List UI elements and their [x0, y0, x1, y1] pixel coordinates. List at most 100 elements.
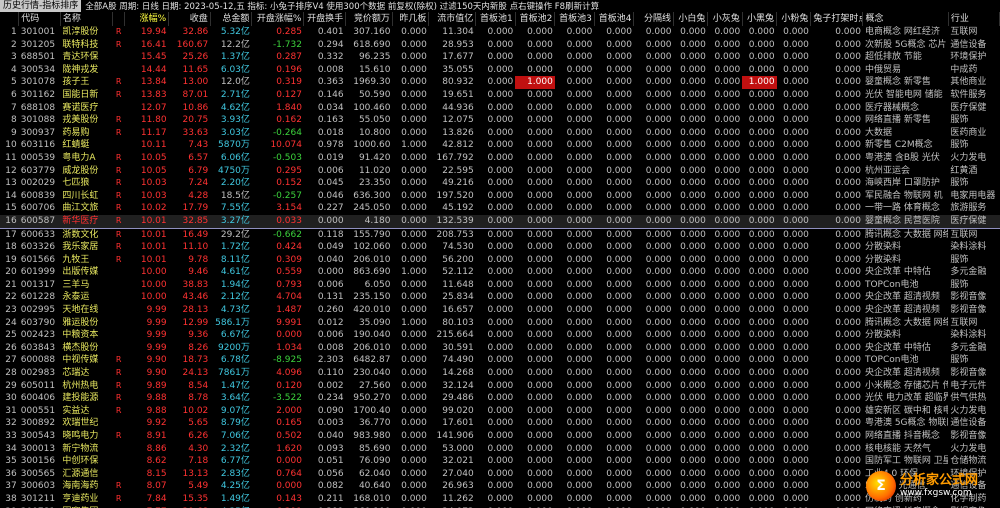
rabbit-fight: 0.000: [835, 267, 861, 278]
column-header-4[interactable]: 涨幅%: [124, 12, 170, 26]
table-row[interactable]: 23 002995 天地在线 9.99 28.13 4.73亿 1.487 0.260 420.…: [0, 304, 1000, 317]
rabbit-fight: 0.000: [835, 140, 861, 151]
change-pct: 8.15: [146, 468, 167, 479]
first-board-p1: 0.000: [487, 481, 514, 492]
column-header-13[interactable]: 首板池2: [515, 12, 556, 26]
first-board-p3: 0.000: [566, 468, 593, 479]
table-row[interactable]: 16 600587 新华医疗 R 10.01 32.85 3.27亿 0.033 0.000 4.…: [0, 214, 1000, 229]
column-header-5[interactable]: 收盘: [168, 12, 211, 26]
stock-name: 横杰股份: [62, 342, 99, 353]
change-pct: 9.90: [146, 355, 167, 366]
table-row[interactable]: 11 000539 粤电力A R 10.05 6.57 6.06亿 -0.503 0.019 91…: [0, 152, 1000, 165]
table-row[interactable]: 25 002423 中粮资本 9.99 9.36 6.67亿 0.000 0.006 190.0…: [0, 329, 1000, 342]
table-row[interactable]: 34 300013 新宁物流 8.86 4.30 2.32亿 1.620 0.093 85.69…: [0, 443, 1000, 456]
column-header-23[interactable]: 行业: [948, 12, 1000, 26]
column-header-17[interactable]: 小白兔: [673, 12, 709, 26]
auction-amount: 420.010: [353, 305, 391, 316]
column-header-6[interactable]: 总金额: [210, 12, 253, 26]
prev-boards: 0.000: [401, 178, 427, 189]
table-row[interactable]: 13 002029 七匹狼 R 10.03 7.24 2.20亿 0.152 0.045 23.3…: [0, 177, 1000, 190]
column-header-15[interactable]: 首板池4: [594, 12, 635, 26]
rabbit-b2: 0.000: [714, 481, 741, 492]
float-cap: 208.753: [436, 229, 474, 240]
float-cap: 28.953: [442, 39, 474, 50]
table-row[interactable]: 12 603779 威龙股份 R 10.05 6.79 4750万 0.295 0.006 11.…: [0, 165, 1000, 178]
column-header-10[interactable]: 昨几板: [392, 12, 430, 26]
first-board-p2: 0.000: [527, 431, 553, 441]
column-header-20[interactable]: 小粉兔: [776, 12, 812, 26]
rabbit-b1: 0.000: [680, 330, 706, 341]
first-board-p1: 0.000: [487, 330, 514, 341]
float-cap: 141.906: [436, 431, 474, 441]
table-row[interactable]: 30 600406 建投能源 R 9.88 8.78 3.64亿 -3.522 0.234 950…: [0, 392, 1000, 405]
table-row[interactable]: 7 688108 赛诺医疗 12.07 10.86 4.62亿 1.840 0.034 100.…: [0, 102, 1000, 115]
row-index: 22: [5, 292, 17, 303]
table-row[interactable]: 18 603326 我乐家居 R 10.01 11.10 1.72亿 0.424 0.049 10…: [0, 241, 1000, 254]
table-row[interactable]: 1 301001 凯淳股份 R 19.94 32.86 5.32亿 0.285 0.401 307…: [0, 26, 1000, 39]
first-board-p2: 0.000: [527, 89, 553, 100]
rabbit-b2: 0.000: [714, 203, 741, 214]
column-header-9[interactable]: 竞价额万: [345, 12, 393, 26]
total-amount: 12.2亿: [220, 39, 250, 50]
close-price: 7.18: [188, 456, 209, 467]
column-header-7[interactable]: 开盘涨幅%: [251, 12, 305, 26]
table-row[interactable]: 19 601566 九牧王 R 10.01 9.78 8.11亿 0.309 0.040 206.…: [0, 254, 1000, 267]
table-row[interactable]: 32 300892 欢瑞世纪 9.92 5.65 8.79亿 0.165 0.003 36.77…: [0, 417, 1000, 430]
column-header-19[interactable]: 小黑兔: [742, 12, 778, 26]
table-row[interactable]: 38 301211 亨迪药业 R 7.84 15.35 1.49亿 0.143 0.211 168…: [0, 493, 1000, 506]
column-header-1[interactable]: 代码: [18, 12, 61, 26]
table-row[interactable]: 21 001317 三羊马 10.00 38.83 1.94亿 0.793 0.006 6.05…: [0, 279, 1000, 292]
table-row[interactable]: 28 002983 芯瑞达 R 9.90 24.13 7861万 4.096 0.110 230.…: [0, 367, 1000, 380]
open-turnover: 0.260: [317, 305, 344, 316]
change-pct: 9.89: [146, 380, 167, 391]
close-price: 13.00: [182, 77, 209, 88]
table-row[interactable]: 36 300565 汇源通信 8.15 13.13 2.83亿 0.764 0.056 62.0…: [0, 468, 1000, 481]
table-row[interactable]: 31 000551 实益达 R 9.88 10.02 9.07亿 2.000 0.090 1700…: [0, 405, 1000, 418]
table-row[interactable]: 4 300534 陇神戎发 14.44 11.65 6.03亿 0.196 0.008 15.6…: [0, 64, 1000, 77]
column-header-8[interactable]: 开盘换手: [303, 12, 347, 26]
change-pct: 9.99: [146, 317, 167, 328]
table-row[interactable]: 8 301088 戎美股份 R 11.80 20.75 3.93亿 0.162 0.163 55.…: [0, 114, 1000, 127]
table-row[interactable]: 33 300543 晓鸣电力 R 8.91 6.26 7.06亿 0.502 0.040 983.…: [0, 430, 1000, 443]
table-row[interactable]: 2 301205 联特科技 R 16.41 160.67 12.2亿 -1.732 0.294 6…: [0, 39, 1000, 52]
table-row[interactable]: 6 301162 国能日新 R 13.83 87.01 2.71亿 0.127 0.146 50.…: [0, 89, 1000, 102]
column-header-18[interactable]: 小灰兔: [707, 12, 743, 26]
table-row[interactable]: 10 603116 红蜻蜓 10.11 7.43 5870万 10.074 0.978 1000…: [0, 139, 1000, 152]
row-index: 29: [5, 380, 17, 391]
column-header-22[interactable]: 概念: [862, 12, 949, 26]
table-row[interactable]: 26 603843 横杰股份 9.99 8.26 9200万 1.034 0.008 206.0…: [0, 342, 1000, 355]
rabbit-fight: 0.000: [835, 27, 861, 37]
column-header-0[interactable]: [0, 12, 20, 26]
table-row[interactable]: 29 605011 杭州热电 R 9.89 8.54 1.47亿 0.120 0.002 27.5…: [0, 380, 1000, 393]
table-row[interactable]: 24 603790 雅运股份 9.99 12.99 586.1万 9.991 0.012 35.…: [0, 317, 1000, 330]
auction-amount: 6.050: [364, 279, 391, 290]
margin-flag: [112, 102, 124, 115]
table-row[interactable]: 14 600839 四川长虹 R 10.03 4.28 18.5亿 -0.257 0.046 63…: [0, 190, 1000, 203]
first-board-p2: 0.000: [527, 418, 553, 429]
column-header-11[interactable]: 流市值亿: [428, 12, 477, 26]
margin-flag: [112, 139, 124, 152]
table-row[interactable]: 3 688501 青达环保 15.45 25.26 1.37亿 0.287 0.332 96.2…: [0, 51, 1000, 64]
stock-code: 002423: [20, 330, 56, 341]
table-row[interactable]: 35 300156 中创环保 8.62 7.18 6.77亿 0.000 0.051 76.09…: [0, 455, 1000, 468]
column-header-16[interactable]: 分隔线: [633, 12, 675, 26]
table-row[interactable]: 9 300937 药易购 R 11.17 33.63 3.03亿 -0.264 0.018 10.…: [0, 127, 1000, 140]
table-row[interactable]: 27 600088 中视传媒 R 9.90 18.73 6.78亿 -8.925 2.303 64…: [0, 354, 1000, 367]
table-row[interactable]: 17 600633 浙数文化 R 10.01 16.49 29.2亿 -0.662 0.118 1…: [0, 228, 1000, 241]
close-price: 24.13: [182, 368, 209, 379]
table-row[interactable]: 22 601228 永泰运 10.00 43.46 2.12亿 4.704 0.131 235.…: [0, 291, 1000, 304]
table-row[interactable]: 5 301078 孩子王 R 13.84 13.00 12.0亿 0.319 0.363 1969…: [0, 76, 1000, 89]
data-grid[interactable]: 代码 名称 涨幅% 收盘 总金额 开盘涨幅% 开盘换手 竞价额万 昨几板 流市值亿 首板池1 首板池2…: [0, 12, 1000, 508]
rabbit-b1: 0.000: [680, 39, 706, 50]
close-price: 5.49: [188, 481, 209, 492]
table-row[interactable]: 15 600706 曲江文旅 R 10.02 17.79 7.55亿 3.154 0.227 24…: [0, 202, 1000, 215]
table-row[interactable]: 37 300603 海南海药 R 8.07 5.49 4.25亿 0.000 0.082 40.6…: [0, 480, 1000, 493]
prev-boards: 0.000: [401, 242, 427, 253]
column-header-2[interactable]: 名称: [60, 12, 113, 26]
column-header-14[interactable]: 首板池3: [554, 12, 595, 26]
table-row[interactable]: 20 601999 出版传媒 10.00 9.46 4.61亿 0.559 0.000 863.…: [0, 266, 1000, 279]
column-header-12[interactable]: 首板池1: [475, 12, 516, 26]
column-header-21[interactable]: 兔子打架时点: [810, 12, 864, 26]
total-amount: 3.27亿: [210, 214, 252, 229]
column-header-3[interactable]: [112, 12, 126, 26]
